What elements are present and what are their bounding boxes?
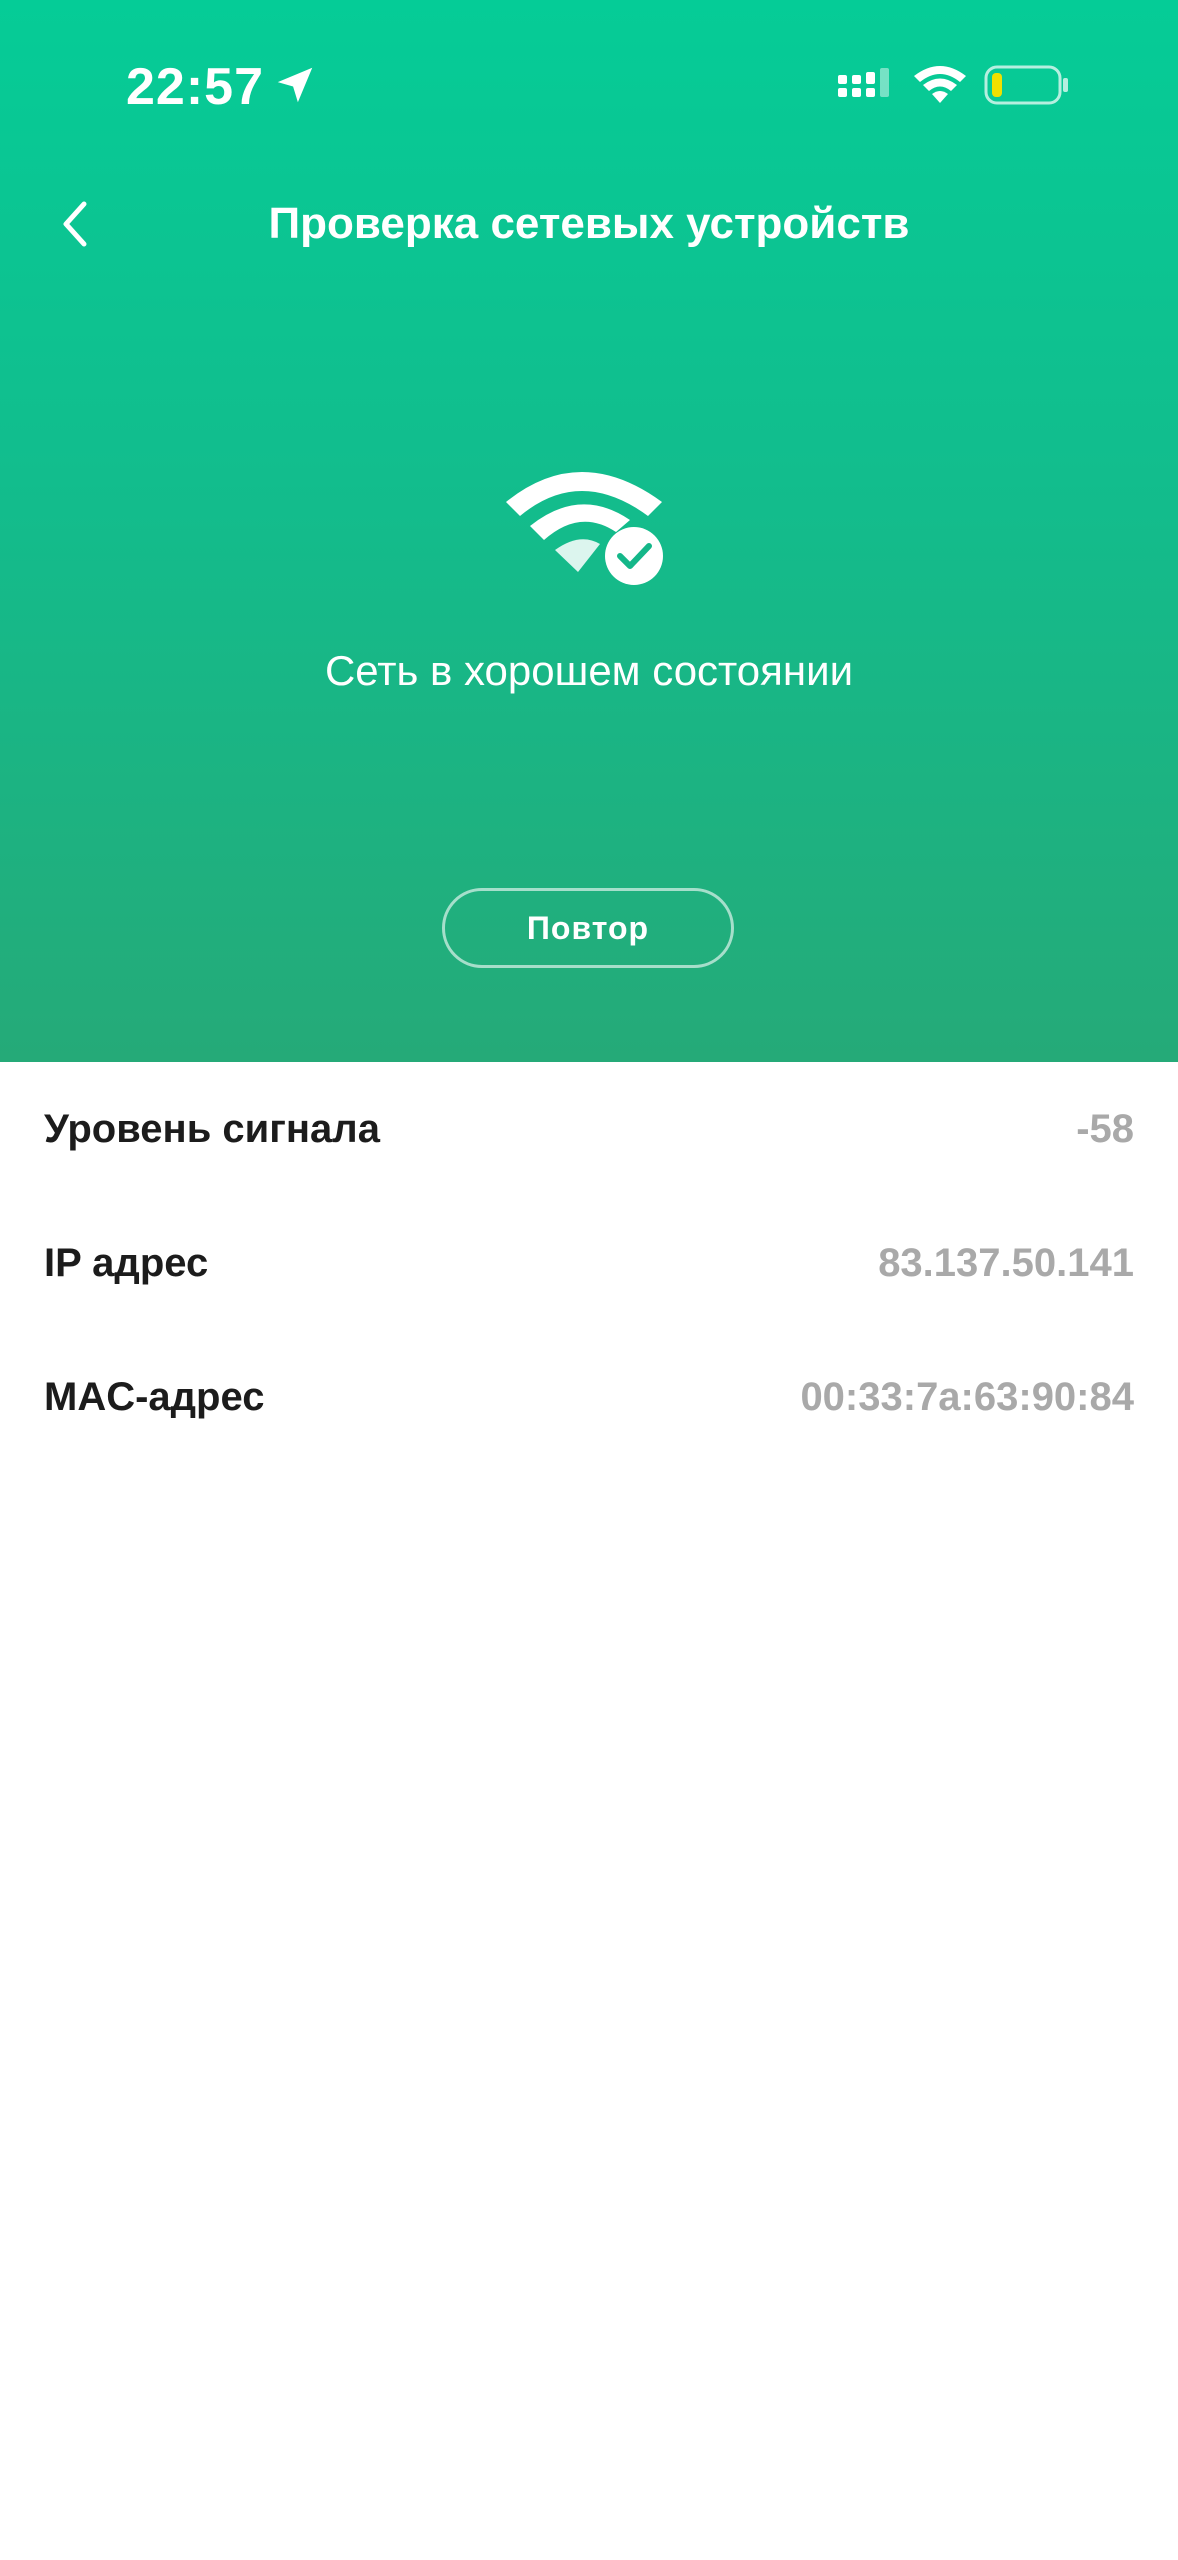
status-bar-time: 22:57 xyxy=(126,58,264,116)
location-arrow-icon xyxy=(277,67,313,103)
page-title: Проверка сетевых устройств xyxy=(268,199,910,248)
signal-level-row: Уровень сигнала -58 xyxy=(0,1062,1178,1196)
mac-address-row: MAC-адрес 00:33:7a:63:90:84 xyxy=(0,1330,1178,1464)
status-header-panel: 22:57 Проверка сетевых устройств Сеть в … xyxy=(0,0,1178,1062)
network-details-list: Уровень сигнала -58 IP адрес 83.137.50.1… xyxy=(0,1062,1178,1464)
mac-address-value: 00:33:7a:63:90:84 xyxy=(800,1374,1134,1419)
signal-level-value: -58 xyxy=(1076,1106,1134,1151)
signal-level-label: Уровень сигнала xyxy=(44,1106,380,1151)
wifi-icon xyxy=(914,66,966,103)
ip-address-label: IP адрес xyxy=(44,1240,209,1285)
ip-address-row: IP адрес 83.137.50.141 xyxy=(0,1196,1178,1330)
ip-address-value: 83.137.50.141 xyxy=(878,1240,1134,1285)
retry-button[interactable]: Повтор xyxy=(442,888,734,968)
cellular-signal-icon xyxy=(838,68,889,97)
wifi-check-icon xyxy=(506,472,663,585)
network-status-text: Сеть в хорошем состоянии xyxy=(324,647,854,694)
battery-low-icon xyxy=(984,65,1068,105)
mac-address-label: MAC-адрес xyxy=(44,1374,265,1419)
network-check-screen: 22:57 Проверка сетевых устройств Сеть в … xyxy=(0,0,1178,2560)
